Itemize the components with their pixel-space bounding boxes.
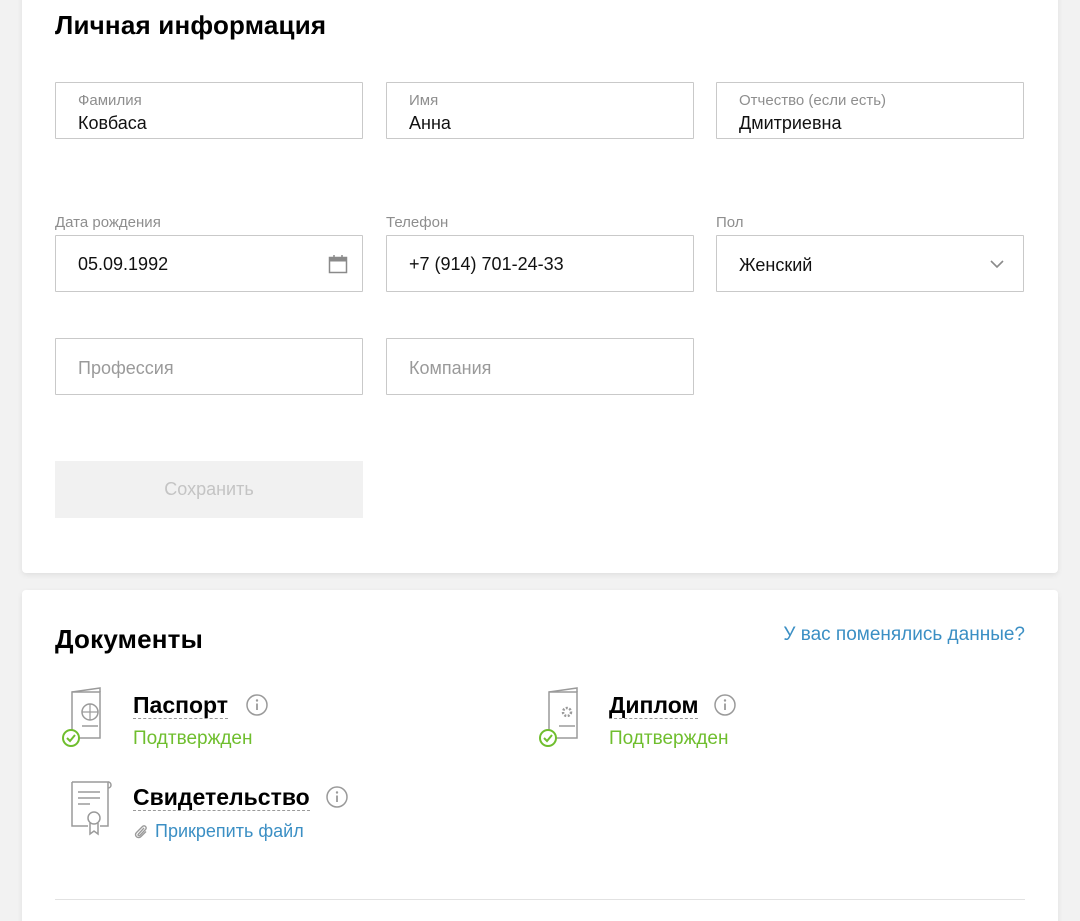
data-changed-link[interactable]: У вас поменялись данные? xyxy=(783,624,1025,646)
personal-info-title: Личная информация xyxy=(55,10,327,40)
passport-title[interactable]: Паспорт xyxy=(133,693,229,719)
diploma-icon xyxy=(539,687,578,747)
documents-card: Документы У вас поменялись данные? Паспо… xyxy=(22,590,1058,921)
gender-select[interactable]: Женский xyxy=(716,235,1024,292)
passport-status: Подтвержден xyxy=(133,728,253,749)
divider xyxy=(55,899,1025,900)
personal-info-card: Личная информация Фамилия Ковбаса Имя Ан… xyxy=(22,0,1058,573)
name-value: Анна xyxy=(409,113,451,133)
patronymic-field[interactable]: Отчество (если есть) Дмитриевна xyxy=(716,82,1024,139)
gender-label: Пол xyxy=(716,214,744,231)
company-placeholder: Компания xyxy=(409,358,492,378)
attach-file-link[interactable]: Прикрепить файл xyxy=(155,821,304,842)
phone-value: +7 (914) 701-24-33 xyxy=(409,254,564,274)
birthdate-value: 05.09.1992 xyxy=(78,254,169,274)
documents-title: Документы xyxy=(55,624,203,654)
patronymic-label: Отчество (если есть) xyxy=(739,92,887,109)
diploma-title[interactable]: Диплом xyxy=(609,693,699,719)
patronymic-value: Дмитриевна xyxy=(739,113,842,133)
company-field[interactable]: Компания xyxy=(386,338,694,395)
birthdate-field[interactable]: 05.09.1992 xyxy=(55,235,363,292)
profession-placeholder: Профессия xyxy=(78,358,174,378)
phone-label: Телефон xyxy=(386,214,449,231)
info-icon[interactable] xyxy=(714,694,736,716)
name-field[interactable]: Имя Анна xyxy=(386,82,694,139)
surname-field[interactable]: Фамилия Ковбаса xyxy=(55,82,363,139)
chevron-down-icon xyxy=(990,260,1004,269)
certificate-icon xyxy=(71,781,112,836)
name-label: Имя xyxy=(409,92,439,109)
passport-icon xyxy=(62,687,101,747)
diploma-status: Подтвержден xyxy=(609,728,729,749)
info-icon[interactable] xyxy=(326,786,348,808)
save-button[interactable]: Сохранить xyxy=(55,461,363,518)
calendar-icon[interactable] xyxy=(328,254,348,274)
phone-field[interactable]: +7 (914) 701-24-33 xyxy=(386,235,694,292)
surname-value: Ковбаса xyxy=(78,113,147,133)
info-icon[interactable] xyxy=(246,694,268,716)
gender-value: Женский xyxy=(739,255,813,275)
profession-field[interactable]: Профессия xyxy=(55,338,363,395)
birthdate-label: Дата рождения xyxy=(55,214,161,231)
surname-label: Фамилия xyxy=(78,92,142,109)
certificate-title[interactable]: Свидетельство xyxy=(133,785,310,811)
paperclip-icon xyxy=(134,825,147,839)
